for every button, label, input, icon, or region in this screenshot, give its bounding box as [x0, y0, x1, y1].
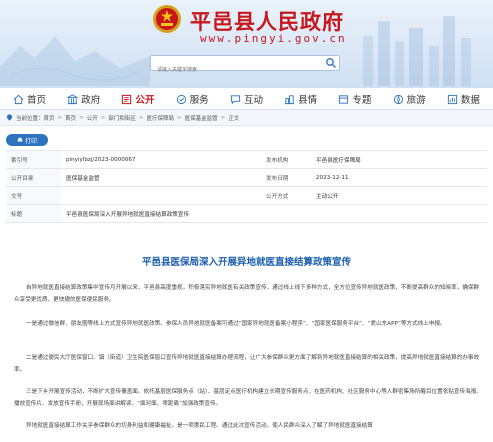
- nav-label: 服务: [189, 95, 209, 106]
- breadcrumb-prefix: 当前位置：首页: [16, 115, 55, 122]
- government-icon: [67, 93, 79, 104]
- field-value: 主动公开: [311, 186, 487, 205]
- article-paragraph: 三是下乡开展宣传活动，不断扩大宣传覆盖面。依托基层医保服务点（站）、基层定点医疗…: [14, 389, 482, 407]
- print-button[interactable]: 打印: [6, 134, 48, 146]
- breadcrumb-separator: >: [177, 114, 182, 121]
- data-icon: [447, 94, 457, 104]
- ink-landscape-decoration: [0, 36, 150, 86]
- nav-label: 县情: [298, 95, 318, 106]
- breadcrumb-item[interactable]: 公开: [87, 114, 98, 122]
- nav-label: 专题: [352, 95, 372, 106]
- field-label: 公开方式: [261, 186, 311, 205]
- field-value: 医保基金监管: [61, 168, 261, 187]
- print-label: 打印: [24, 137, 37, 145]
- main-nav: 首页 政府 公开 服务 互动 县情 专题 旅游 数据: [0, 88, 493, 110]
- nav-open[interactable]: 公开: [118, 88, 157, 110]
- nav-interaction[interactable]: 互动: [227, 88, 266, 110]
- nav-home[interactable]: 首页: [10, 88, 49, 110]
- field-label: 发布日期: [261, 168, 311, 187]
- nav-label: 数据: [460, 95, 480, 106]
- national-emblem-icon: [153, 5, 181, 33]
- field-label: 索引号: [6, 150, 61, 169]
- search-box: [150, 55, 340, 77]
- search-input[interactable]: [151, 63, 311, 77]
- breadcrumb-item: 正文: [228, 115, 240, 122]
- field-value: 平邑县医疗保障局: [311, 150, 487, 169]
- nav-county-info[interactable]: 县情: [281, 88, 320, 110]
- article-paragraph: 异地就医直接结算工作关乎参保群众的切身利益和健康福祉，是一项惠民工程。通过此次宣…: [26, 423, 373, 429]
- nav-government[interactable]: 政府: [64, 88, 103, 110]
- field-label: 文号: [6, 186, 61, 205]
- nav-label: 互动: [243, 95, 263, 106]
- breadcrumb: 当前位置：首页 > 首页 > 公开 > 部门和街区 > 医疗保障局 > 医保基金…: [0, 110, 493, 126]
- article-paragraph: 一是通过微信群、朋友圈等线上方式宣传异地就医政策。参保人员异地就医备案可通过“国…: [26, 321, 446, 327]
- open-icon: [122, 94, 132, 104]
- breadcrumb-separator: >: [220, 114, 226, 121]
- printer-icon: [17, 137, 23, 142]
- interaction-icon: [230, 94, 241, 104]
- county-info-icon: [285, 94, 295, 104]
- nav-label: 政府: [81, 95, 101, 106]
- breadcrumb-separator: >: [57, 114, 63, 121]
- site-header: 平邑县人民政府 www.pingyi.gov.cn: [0, 0, 493, 88]
- table-row: 标题 平邑县医保局深入开展异地就医直接结算政策宣传: [6, 204, 487, 223]
- nav-label: 旅游: [406, 95, 426, 106]
- breadcrumb-item[interactable]: 部门和街区: [108, 114, 136, 122]
- nav-topic[interactable]: 专题: [335, 88, 374, 110]
- field-value: 平邑县医保局深入开展异地就医直接结算政策宣传: [61, 204, 487, 223]
- site-url: www.pingyi.gov.cn: [200, 32, 347, 45]
- city-skyline-decoration: [363, 16, 471, 86]
- field-value: pinyiylbzj/2023-0000067: [61, 150, 261, 169]
- document-info-table: 索引号 pinyiylbzj/2023-0000067 发布机构 平邑县医疗保障…: [6, 150, 487, 223]
- field-value: [61, 186, 261, 205]
- nav-label: 首页: [27, 95, 47, 106]
- breadcrumb-separator: >: [138, 114, 144, 121]
- location-icon: [6, 114, 13, 121]
- breadcrumb-item[interactable]: 医保基金监管: [185, 114, 218, 122]
- field-label: 发布机构: [261, 150, 311, 169]
- field-value: 2023-12-11: [311, 168, 487, 187]
- article-paragraph: 自异地就医直接结算政策集中宣传月开展以来，平邑县高度重视，积极落实异地就医有关政…: [14, 285, 480, 303]
- nav-service[interactable]: 服务: [173, 88, 212, 110]
- table-row: 文号 公开方式 主动公开: [6, 186, 487, 205]
- article-title: 平邑县医保局深入开展异地就医直接结算政策宣传: [141, 257, 351, 268]
- service-icon: [176, 94, 186, 104]
- nav-label: 公开: [135, 95, 155, 106]
- nav-tourism[interactable]: 旅游: [390, 88, 429, 110]
- search-icon[interactable]: [325, 57, 337, 69]
- table-row: 索引号 pinyiylbzj/2023-0000067 发布机构 平邑县医疗保障…: [6, 150, 487, 169]
- article-paragraph: 二是通过便民大厅医保窗口、镇（街道）卫生院医保窗口宣传异地就医直接结算办理流程，…: [14, 355, 480, 373]
- field-label: 标题: [6, 204, 61, 223]
- breadcrumb-item[interactable]: 首页: [65, 114, 76, 122]
- tourism-icon: [393, 94, 403, 104]
- table-row: 公开目录 医保基金监管 发布日期 2023-12-11: [6, 168, 487, 187]
- topic-icon: [339, 94, 349, 104]
- nav-data[interactable]: 数据: [444, 88, 483, 110]
- breadcrumb-separator: >: [79, 114, 84, 121]
- breadcrumb-separator: >: [100, 114, 106, 121]
- field-label: 公开目录: [6, 168, 61, 187]
- home-icon: [13, 94, 24, 104]
- breadcrumb-item[interactable]: 医疗保障局: [147, 114, 175, 122]
